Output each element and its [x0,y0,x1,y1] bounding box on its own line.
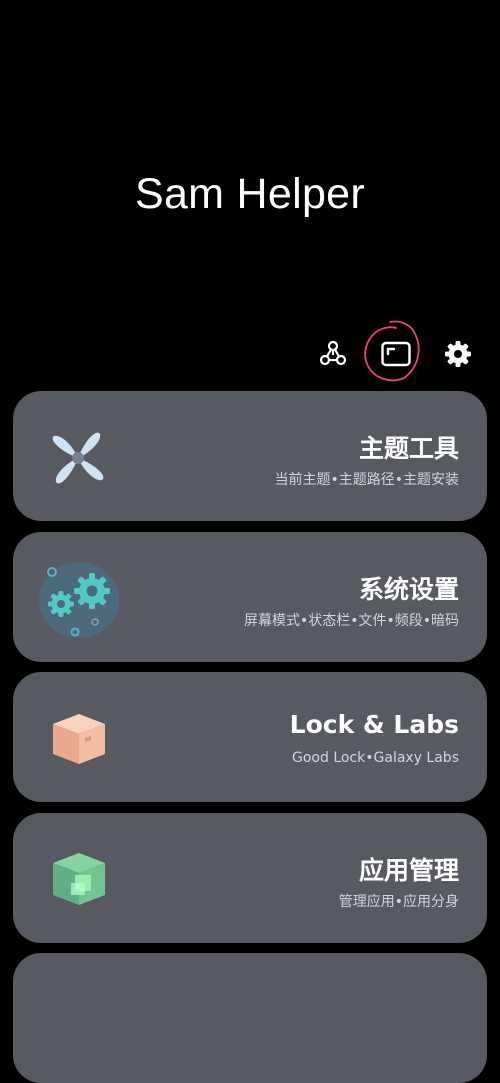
pinwheel-icon [45,421,115,491]
box-icon [45,702,115,772]
window-button[interactable] [376,334,416,374]
card-lock-labs[interactable]: Lock & Labs Good Lock•Galaxy Labs [13,672,487,802]
gears-icon [39,556,121,638]
network-nodes-icon [319,340,347,366]
card-next-partial[interactable] [13,953,487,1083]
card-subtitle: Good Lock•Galaxy Labs [292,750,459,766]
card-system-settings[interactable]: 系统设置 屏幕模式•状态栏•文件•频段•暗码 [13,532,487,662]
card-title: Lock & Labs [289,710,459,739]
card-title: 系统设置 [358,575,459,604]
card-subtitle: 管理应用•应用分身 [338,894,459,910]
toolbar [0,334,500,374]
card-subtitle: 当前主题•主题路径•主题安装 [274,472,459,488]
network-button[interactable] [313,334,353,374]
card-title: 主题工具 [358,434,459,463]
gear-icon [445,341,471,367]
window-icon [381,341,411,367]
app-title: Sam Helper [134,170,366,218]
settings-button[interactable] [438,334,478,374]
cube-icon [45,843,115,913]
card-app-management[interactable]: 应用管理 管理应用•应用分身 [13,813,487,943]
card-title: 应用管理 [358,856,459,885]
card-theme-tools[interactable]: 主题工具 当前主题•主题路径•主题安装 [13,391,487,521]
card-subtitle: 屏幕模式•状态栏•文件•频段•暗码 [243,613,459,629]
